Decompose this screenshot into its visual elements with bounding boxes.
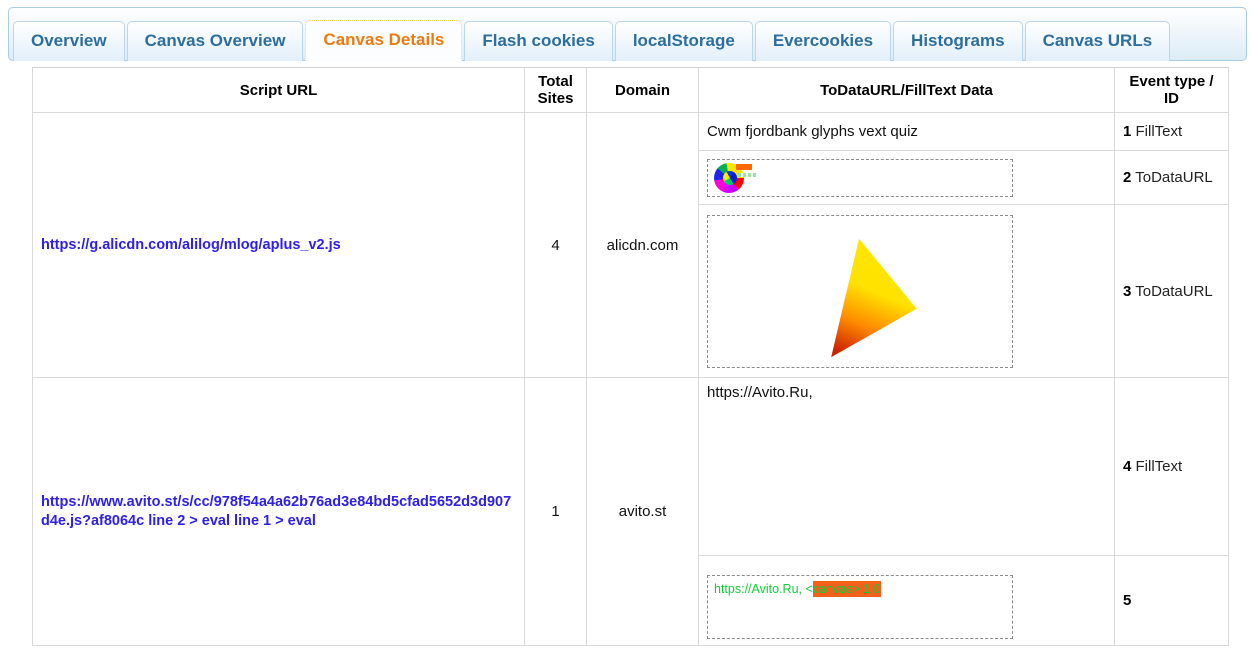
- canvas-data-cell: Cwm fjordbank glyphs vext quiz: [698, 112, 1115, 151]
- tab-evercookies[interactable]: Evercookies: [754, 21, 892, 61]
- total-sites-cell: 4: [524, 112, 587, 378]
- table-row: https://www.avito.st/s/cc/978f54a4a62b76…: [32, 377, 1229, 646]
- event-type-cell: 3 ToDataURL: [1114, 204, 1229, 378]
- tab-canvas-details[interactable]: Canvas Details: [305, 20, 463, 61]
- script-url-cell: https://g.alicdn.com/alilog/mlog/aplus_v…: [32, 112, 525, 378]
- canvas-data-cell: https://Avito.Ru, <canvas> 1.0: [698, 555, 1115, 646]
- table-body: https://g.alicdn.com/alilog/mlog/aplus_v…: [32, 112, 1229, 646]
- text-highlight: canvas> 1.0: [812, 581, 881, 597]
- tab-localstorage-label[interactable]: localStorage: [614, 21, 753, 61]
- canvas-green-text: https://Avito.Ru, <canvas> 1.0: [714, 581, 881, 597]
- header-script-url: Script URL: [32, 67, 525, 113]
- event-type-cell: 1 FillText: [1114, 112, 1229, 151]
- tab-canvas-overview-label[interactable]: Canvas Overview: [126, 21, 304, 61]
- tab-localstorage[interactable]: localStorage: [614, 21, 753, 61]
- domain-cell: avito.st: [586, 377, 699, 646]
- tab-canvas-urls-label[interactable]: Canvas URLs: [1024, 21, 1171, 61]
- total-sites-cell: 1: [524, 377, 587, 646]
- canvas-data-cell: [698, 150, 1115, 205]
- canvas-details-panel: Script URL Total Sites Domain ToDataURL/…: [32, 67, 1233, 646]
- canvas-fingerprint-thumbnail: [712, 162, 756, 196]
- tab-flash-cookies[interactable]: Flash cookies: [464, 21, 613, 61]
- table-header-row: Script URL Total Sites Domain ToDataURL/…: [32, 67, 1229, 113]
- canvas-image-box: https://Avito.Ru, <canvas> 1.0: [707, 575, 1013, 639]
- header-total-sites: Total Sites: [524, 67, 587, 113]
- tab-canvas-urls[interactable]: Canvas URLs: [1024, 21, 1171, 61]
- event-type-label: FillText: [1131, 458, 1183, 475]
- canvas-data-cell: [698, 204, 1115, 378]
- tab-overview-label[interactable]: Overview: [13, 21, 125, 61]
- tab-canvas-details-label[interactable]: Canvas Details: [305, 20, 463, 61]
- canvas-image-box: [707, 214, 1013, 368]
- event-type-label: ToDataURL: [1131, 282, 1213, 300]
- tab-histograms[interactable]: Histograms: [893, 21, 1023, 61]
- script-url-cell: https://www.avito.st/s/cc/978f54a4a62b76…: [32, 377, 525, 646]
- tabs-nav: Overview Canvas Overview Canvas Details …: [13, 12, 1242, 61]
- table-row: https://g.alicdn.com/alilog/mlog/aplus_v…: [32, 112, 1229, 378]
- header-domain: Domain: [586, 67, 699, 113]
- event-type-cell: 5: [1114, 555, 1229, 646]
- domain-cell: alicdn.com: [586, 112, 699, 378]
- script-url-link[interactable]: https://g.alicdn.com/alilog/mlog/aplus_v…: [41, 237, 341, 253]
- tab-histograms-label[interactable]: Histograms: [893, 21, 1023, 61]
- tab-bar: Overview Canvas Overview Canvas Details …: [8, 7, 1247, 61]
- canvas-details-table: Script URL Total Sites Domain ToDataURL/…: [32, 67, 1229, 646]
- event-type-cell: 2 ToDataURL: [1114, 150, 1229, 205]
- event-type-label: ToDataURL: [1131, 169, 1213, 186]
- tab-canvas-overview[interactable]: Canvas Overview: [126, 21, 304, 61]
- canvas-data-cell: https://Avito.Ru,: [698, 377, 1115, 556]
- event-id: 5: [1123, 592, 1132, 609]
- tab-overview[interactable]: Overview: [13, 21, 125, 61]
- event-type-cell: 4 FillText: [1114, 377, 1229, 556]
- tab-flash-cookies-label[interactable]: Flash cookies: [464, 21, 613, 61]
- script-url-link[interactable]: https://www.avito.st/s/cc/978f54a4a62b76…: [41, 494, 511, 529]
- table-head: Script URL Total Sites Domain ToDataURL/…: [32, 67, 1229, 113]
- header-event-type: Event type / ID: [1114, 67, 1229, 113]
- tab-evercookies-label[interactable]: Evercookies: [754, 21, 892, 61]
- event-type-label: FillText: [1131, 123, 1183, 140]
- canvas-image-box: [707, 158, 1013, 197]
- header-data: ToDataURL/FillText Data: [698, 67, 1115, 113]
